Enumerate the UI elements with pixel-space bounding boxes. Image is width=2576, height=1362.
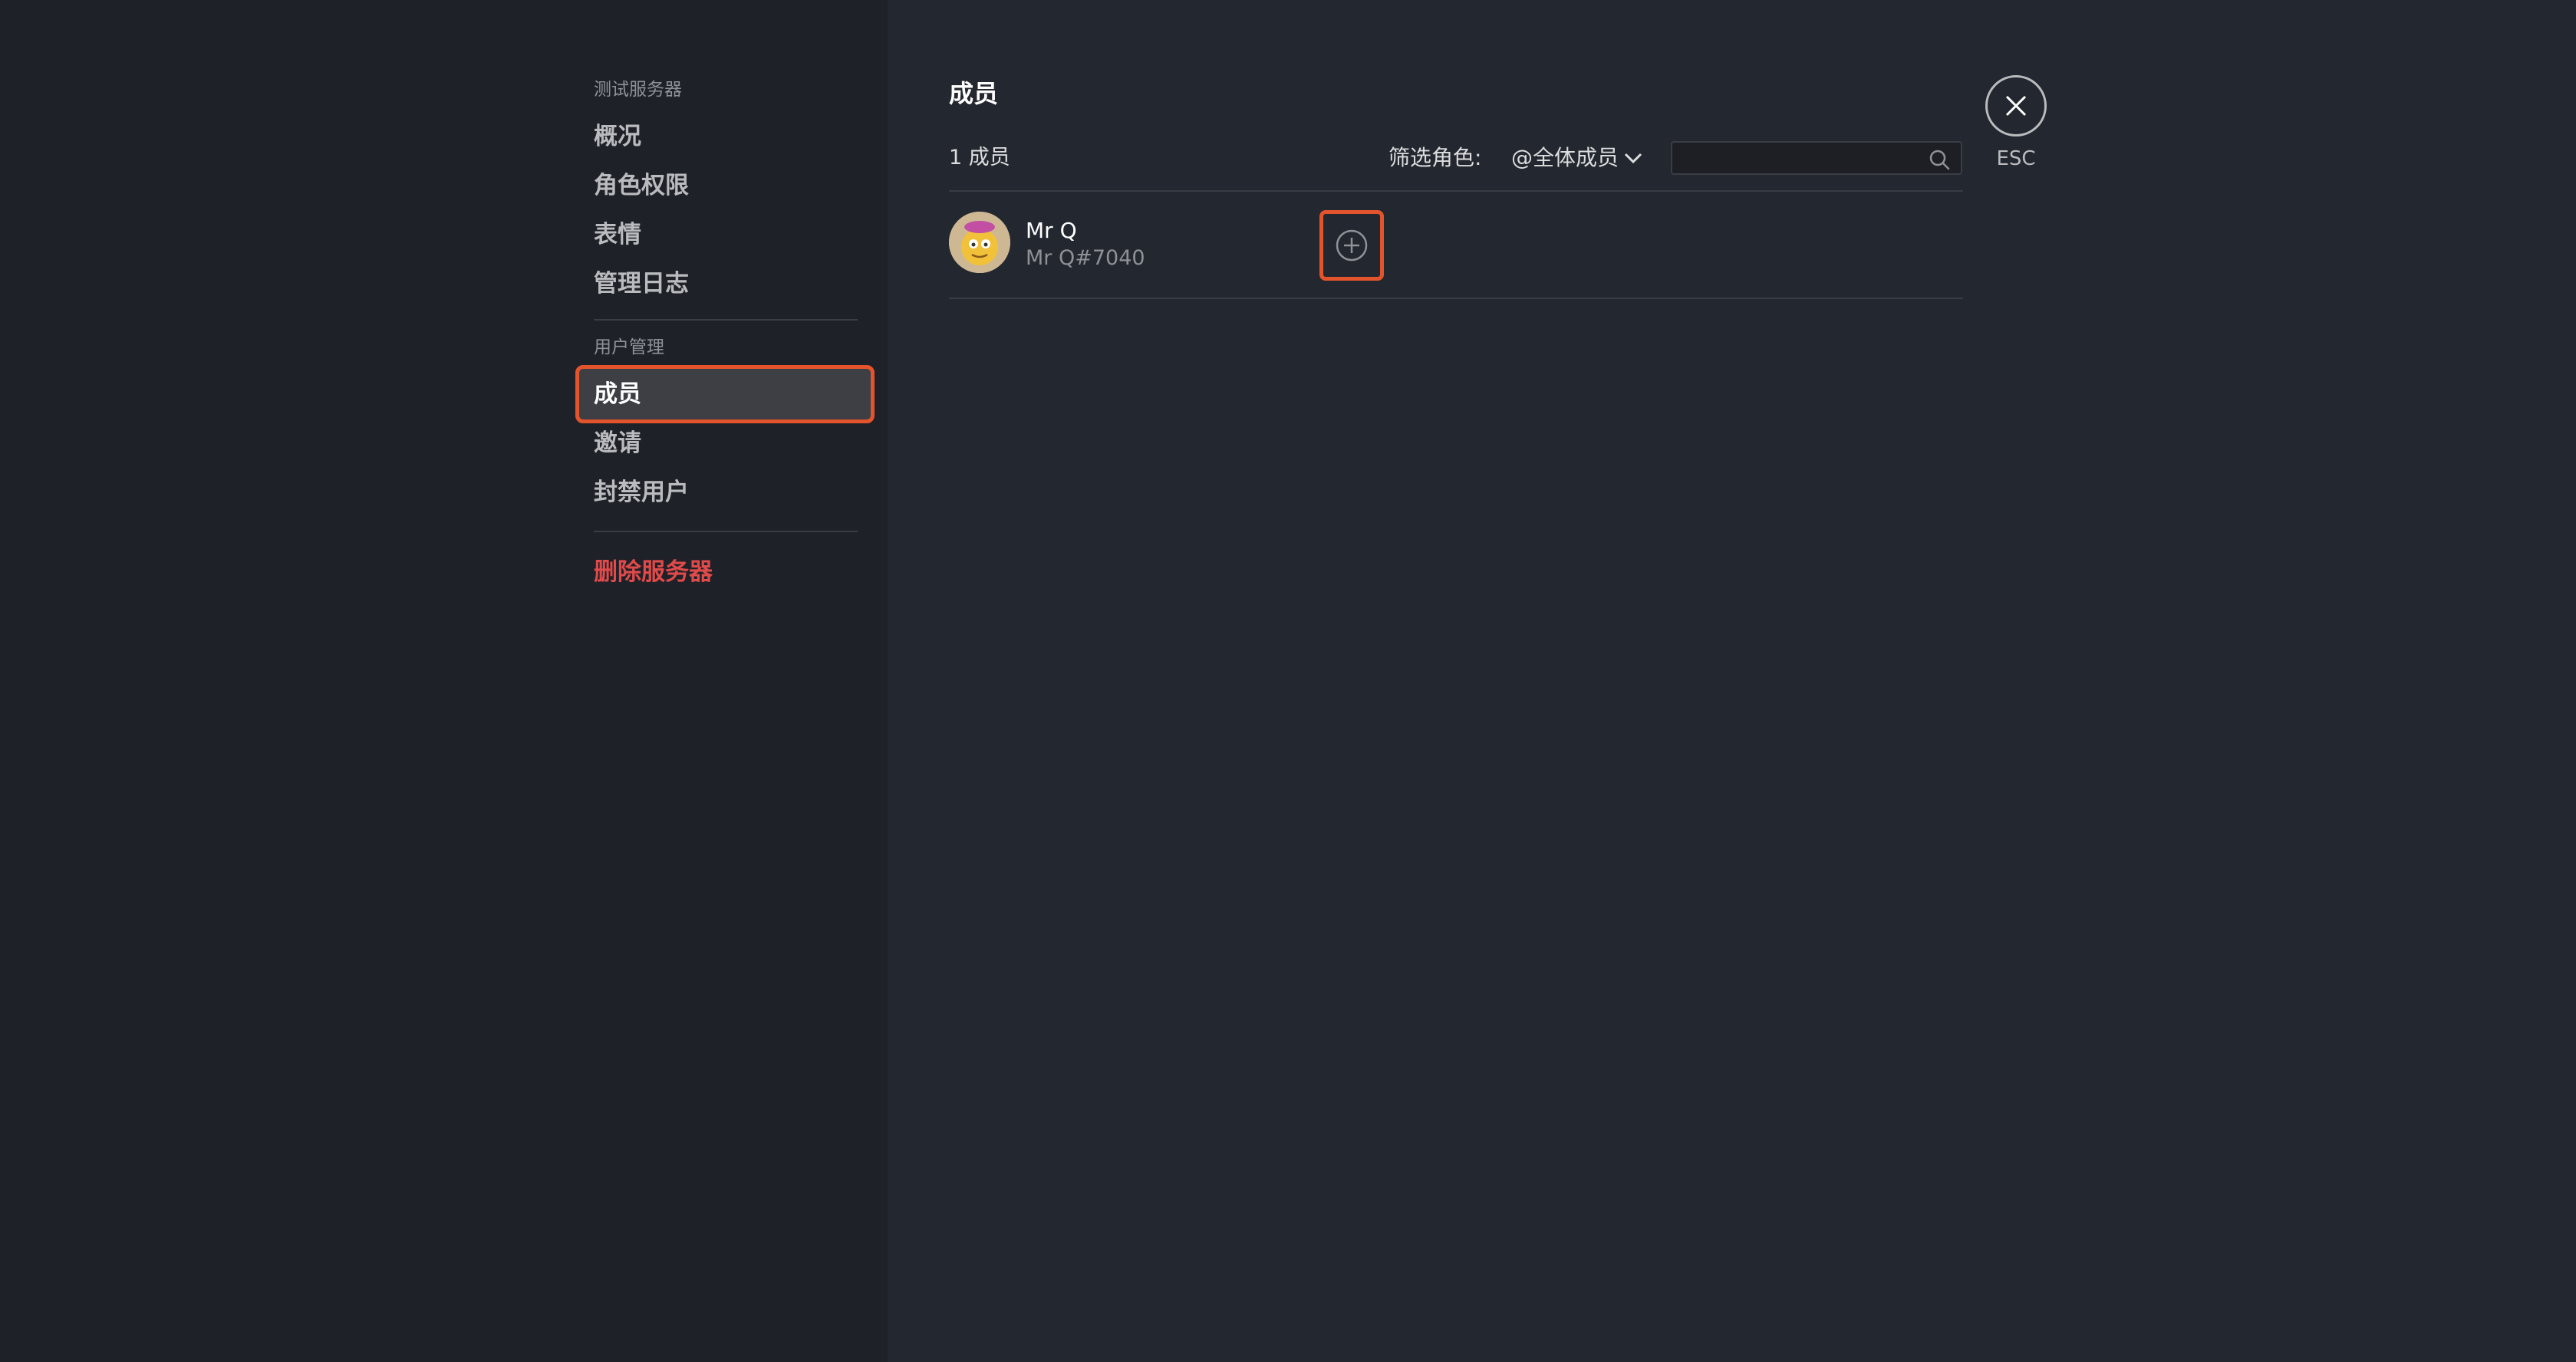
members-panel: 成员 1 成员 筛选角色: @全体成员 Mr Q Mr Q#7040 (949, 77, 1963, 299)
sidebar-divider (594, 319, 858, 321)
server-section-header: 测试服务器 (594, 80, 682, 100)
sidebar-item-members[interactable]: 成员 (575, 365, 875, 423)
filter-role-label: 筛选角色: (1388, 145, 1482, 170)
sidebar-item-bans[interactable]: 封禁用户 (594, 468, 858, 517)
add-role-button[interactable] (1319, 210, 1384, 281)
delete-server-label: 删除服务器 (594, 558, 713, 586)
avatar-image (949, 212, 1010, 273)
sidebar-divider (594, 531, 858, 532)
close-icon (2005, 95, 2027, 117)
member-count: 1 成员 (949, 146, 1010, 169)
sidebar-item-label: 概况 (594, 123, 641, 150)
member-search-input[interactable] (1672, 143, 1918, 173)
esc-label: ESC (1996, 147, 2036, 170)
sidebar-item-label: 封禁用户 (594, 479, 689, 506)
sidebar-item-label: 邀请 (594, 429, 641, 457)
sidebar-item-roles[interactable]: 角色权限 (594, 161, 858, 210)
search-icon[interactable] (1929, 149, 1950, 170)
members-toolbar: 1 成员 筛选角色: @全体成员 (949, 141, 1963, 175)
sidebar-nav: 测试服务器 概况 角色权限 表情 管理日志 用户管理 成员 邀请 封禁用户 删除… (575, 77, 875, 597)
member-row[interactable]: Mr Q Mr Q#7040 (949, 192, 1963, 298)
member-tag: Mr Q#7040 (1026, 246, 1145, 270)
user-section-header: 用户管理 (594, 337, 664, 357)
sidebar-item-audit-log[interactable]: 管理日志 (594, 259, 858, 308)
sidebar-item-invites[interactable]: 邀请 (594, 419, 858, 468)
sidebar-item-emoji[interactable]: 表情 (594, 210, 858, 259)
avatar (949, 212, 1010, 273)
member-name: Mr Q (1026, 218, 1077, 243)
sidebar-item-label: 表情 (594, 221, 641, 248)
delete-server-button[interactable]: 删除服务器 (594, 548, 858, 597)
role-filter-dropdown[interactable]: @全体成员 (1511, 141, 1643, 175)
sidebar-item-overview[interactable]: 概况 (594, 112, 858, 161)
settings-sidebar: 测试服务器 概况 角色权限 表情 管理日志 用户管理 成员 邀请 封禁用户 删除… (0, 0, 888, 1362)
list-divider (949, 298, 1963, 299)
close-control: ESC (1985, 75, 2047, 170)
member-search-box[interactable] (1671, 141, 1962, 175)
sidebar-item-label: 成员 (594, 380, 641, 408)
plus-circle-icon (1336, 229, 1368, 262)
role-filter-value: @全体成员 (1511, 145, 1619, 170)
sidebar-item-label: 角色权限 (594, 172, 689, 199)
chevron-down-icon (1624, 153, 1642, 164)
page-title: 成员 (949, 79, 999, 108)
close-button[interactable] (1985, 75, 2047, 137)
sidebar-item-label: 管理日志 (594, 270, 689, 298)
